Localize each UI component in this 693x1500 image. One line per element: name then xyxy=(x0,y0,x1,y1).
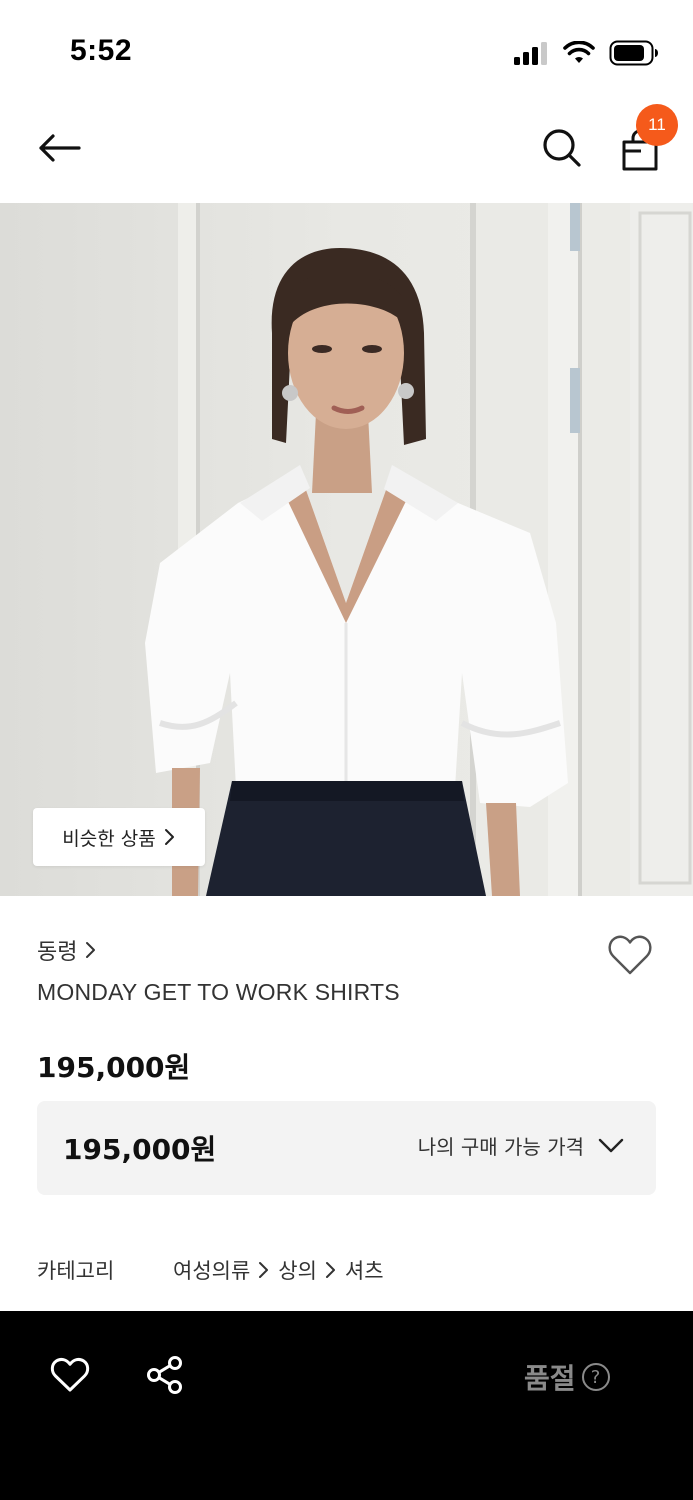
search-icon xyxy=(543,129,581,167)
wifi-icon xyxy=(563,41,595,63)
cellular-signal-icon xyxy=(514,42,547,65)
search-button[interactable] xyxy=(536,122,588,174)
product-photo xyxy=(0,203,693,896)
chevron-down-icon xyxy=(598,1138,624,1152)
my-price-label: 나의 구매 가능 가격 xyxy=(417,1135,584,1159)
chevron-right-icon xyxy=(325,1262,335,1278)
my-price-value: 195,000원 xyxy=(63,1133,217,1166)
category-title: 카테고리 xyxy=(37,1259,115,1283)
status-time: 5:52 xyxy=(70,34,133,67)
top-navigation xyxy=(0,100,693,203)
product-name: MONDAY GET TO WORK SHIRTS xyxy=(37,979,400,1005)
like-button[interactable] xyxy=(46,1351,94,1399)
product-image[interactable]: 비슷한 상품 xyxy=(0,203,693,896)
back-button[interactable] xyxy=(34,126,84,170)
my-price-toggle[interactable]: 나의 구매 가능 가격 xyxy=(418,1131,624,1160)
chevron-right-icon xyxy=(164,829,174,845)
question-circle-icon[interactable]: ? xyxy=(581,1363,610,1391)
product-price: 195,000원 xyxy=(37,1051,191,1084)
breadcrumb-item-tops[interactable]: 상의 xyxy=(278,1255,317,1285)
heart-icon xyxy=(50,1357,90,1392)
chevron-right-icon xyxy=(86,942,96,958)
breadcrumb-item-womens-clothing[interactable]: 여성의류 xyxy=(173,1255,250,1285)
sold-out-label: 품절 xyxy=(524,1362,576,1395)
breadcrumb: 여성의류 상의 셔츠 xyxy=(173,1255,384,1285)
similar-products-button[interactable]: 비슷한 상품 xyxy=(33,808,205,866)
status-bar: 5:52 xyxy=(0,0,693,100)
brand-link[interactable]: 동령 xyxy=(37,934,97,966)
share-button[interactable] xyxy=(141,1351,189,1399)
chevron-right-icon xyxy=(259,1262,269,1278)
similar-products-label: 비슷한 상품 xyxy=(62,827,156,850)
arrow-left-icon xyxy=(39,134,81,162)
sold-out-status: 품절 ? xyxy=(524,1357,610,1397)
share-icon xyxy=(147,1356,182,1394)
my-price-dropdown[interactable]: 195,000원 나의 구매 가능 가격 xyxy=(37,1101,656,1195)
bottom-action-bar: 품절 ? xyxy=(0,1311,693,1500)
heart-icon xyxy=(608,935,652,975)
cart-count-badge: 11 xyxy=(636,104,678,146)
brand-name: 동령 xyxy=(37,940,78,965)
status-icons xyxy=(513,40,659,66)
breadcrumb-item-shirts[interactable]: 셔츠 xyxy=(345,1255,384,1285)
category-row: 카테고리 여성의류 상의 셔츠 xyxy=(37,1255,384,1285)
wishlist-button[interactable] xyxy=(604,930,656,980)
battery-icon xyxy=(609,40,658,66)
